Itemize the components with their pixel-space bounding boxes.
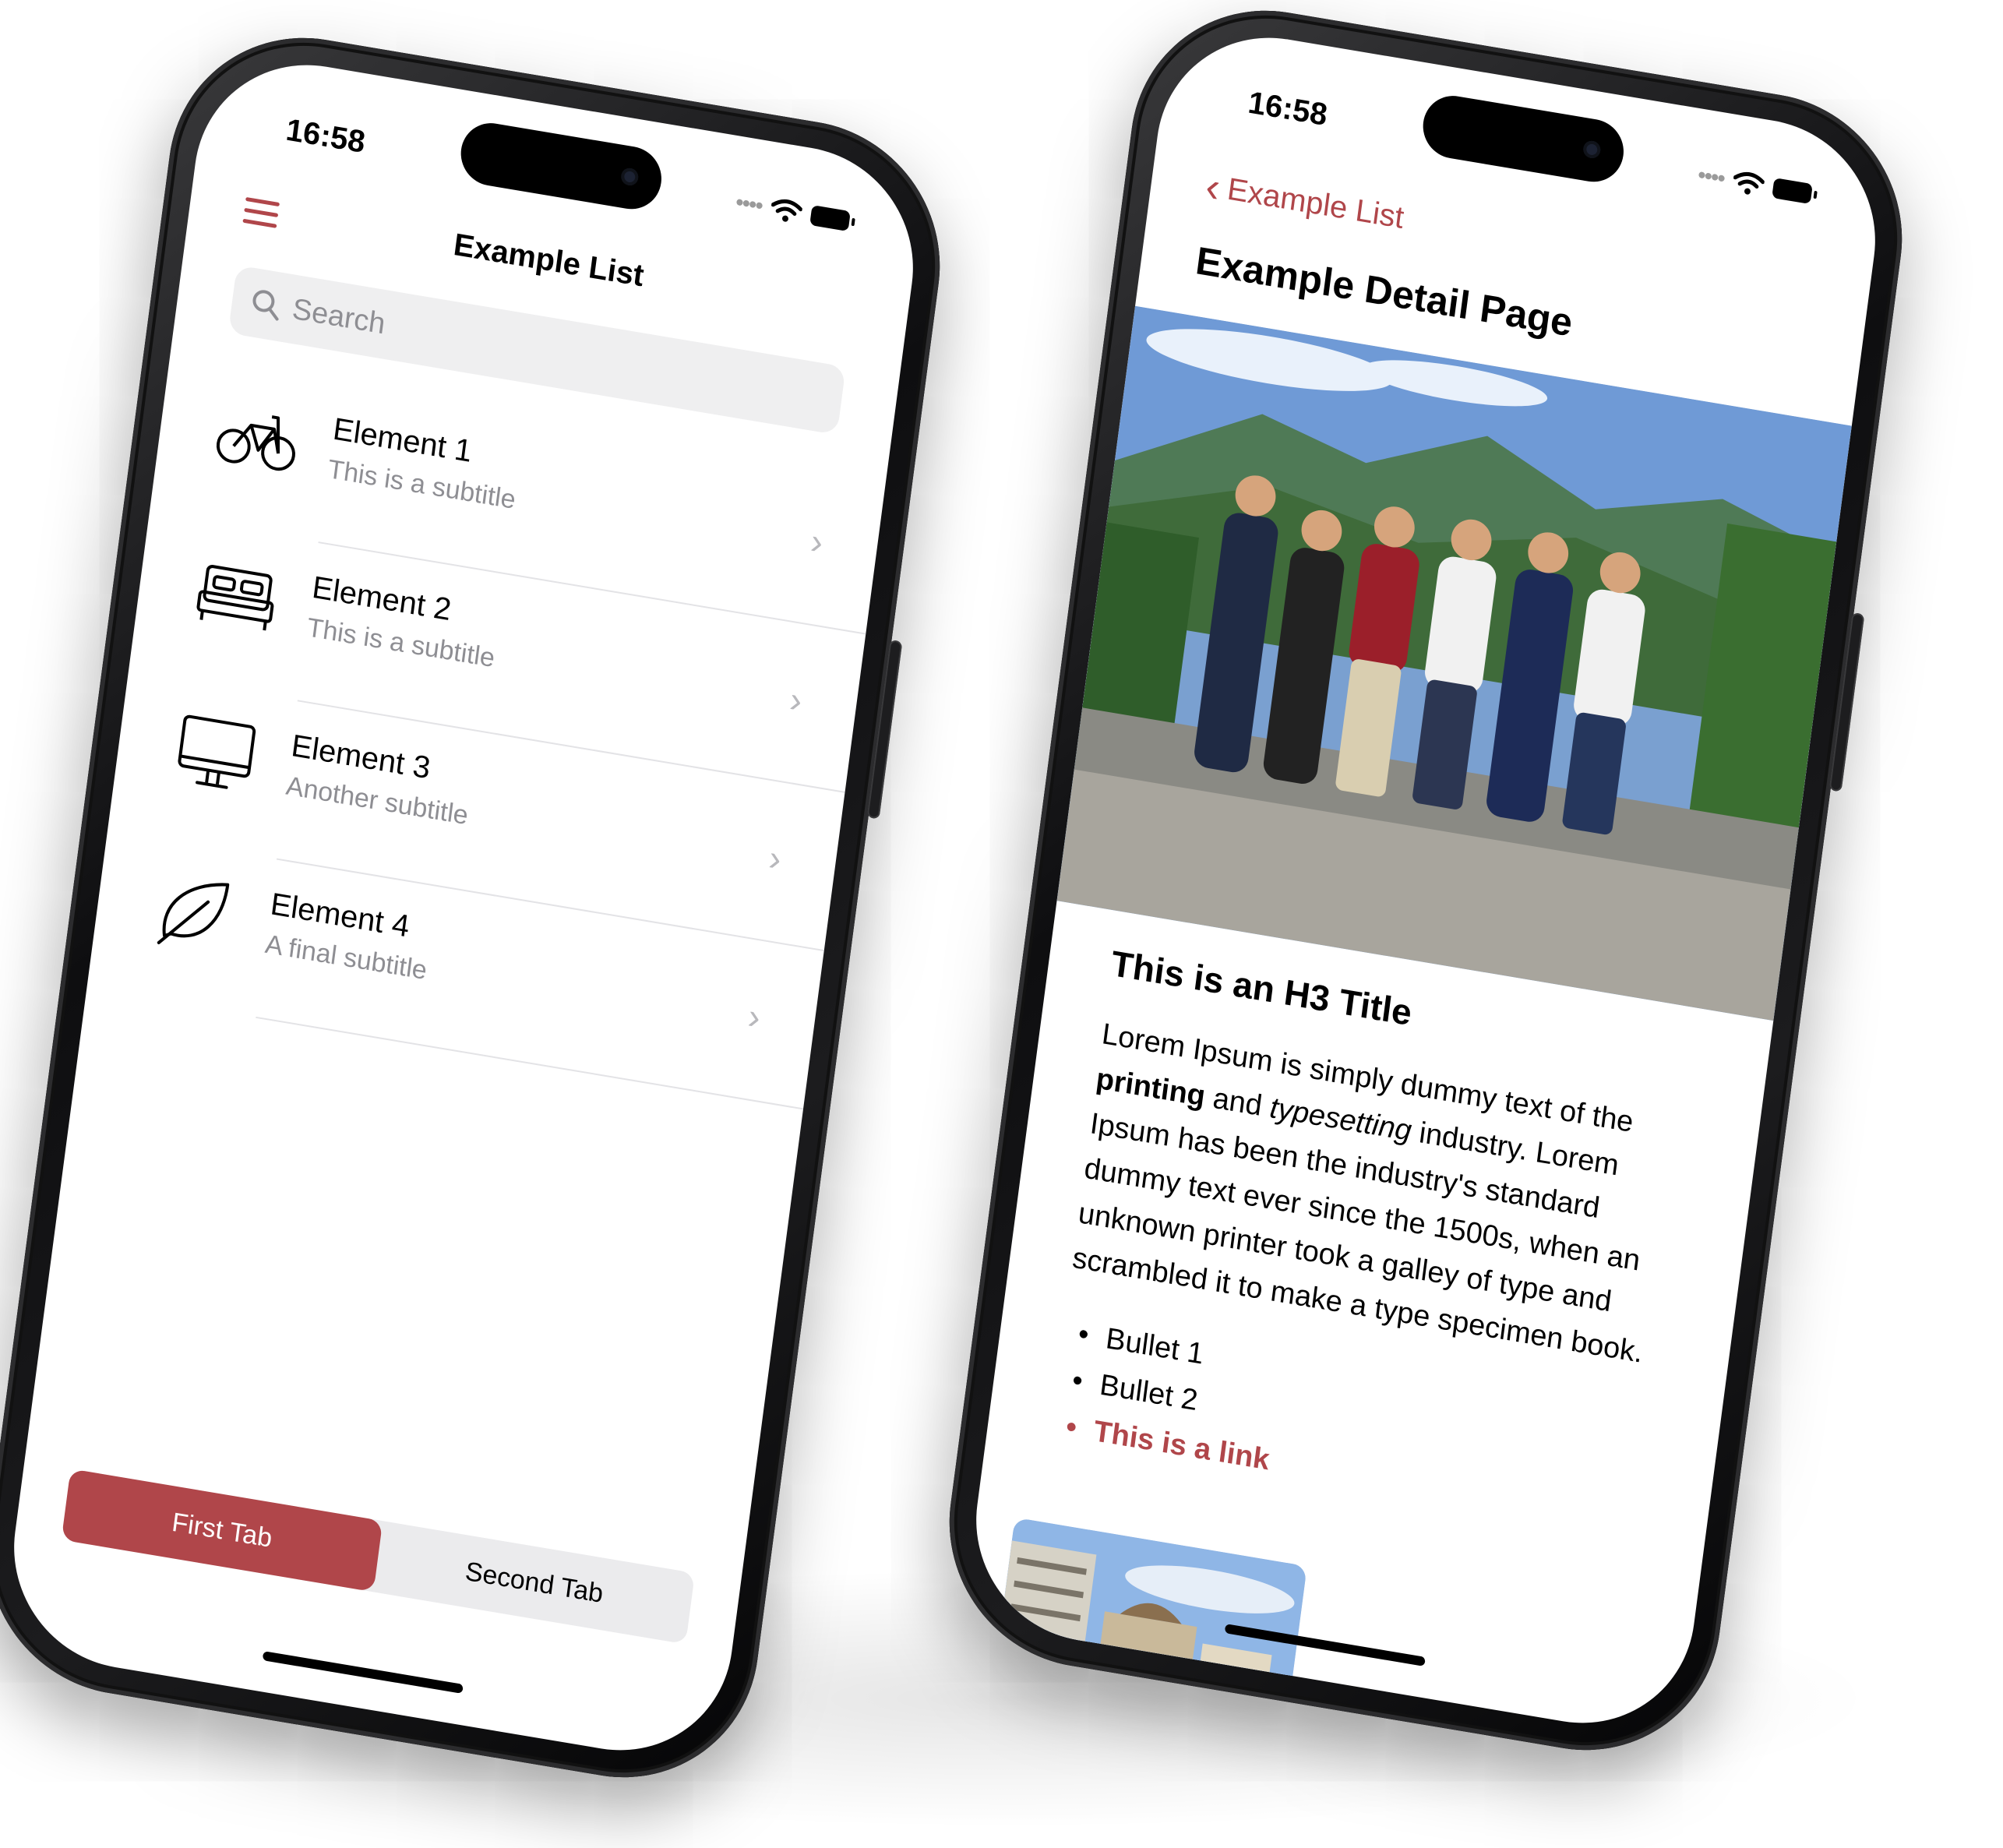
chevron-right-icon: › <box>787 678 805 721</box>
status-time: 16:58 <box>284 112 368 160</box>
paragraph-bold: printing <box>1094 1062 1208 1113</box>
detail-screen: 16:58 •••• ‹ Example List Example Detail… <box>961 19 1890 1741</box>
wifi-icon <box>1733 171 1765 195</box>
bicycle-icon <box>216 415 295 471</box>
separator <box>256 1016 804 1110</box>
status-bar: 16:58 •••• <box>1158 20 1889 256</box>
chevron-right-icon: › <box>767 837 785 880</box>
battery-icon <box>809 205 851 232</box>
battery-icon <box>1772 178 1813 205</box>
back-label: Example List <box>1225 171 1406 235</box>
paragraph-italic: typesetting <box>1268 1091 1414 1148</box>
status-time: 16:58 <box>1246 85 1330 133</box>
phone-list: 16:58 •••• Example List Search Element 1… <box>0 16 957 1799</box>
element-list: Element 1 This is a subtitle › Element 2 <box>86 356 887 1110</box>
phone-detail: 16:58 •••• ‹ Example List Example Detail… <box>932 0 1920 1772</box>
dynamic-island <box>457 118 665 214</box>
side-button <box>866 639 903 820</box>
tab-first[interactable]: First Tab <box>61 1469 383 1592</box>
leaf-icon <box>157 883 230 944</box>
chevron-left-icon: ‹ <box>1203 162 1223 211</box>
list-screen: 16:58 •••• Example List Search Element 1… <box>0 47 928 1769</box>
wifi-icon <box>771 199 803 222</box>
back-button[interactable]: ‹ Example List <box>1203 162 1406 236</box>
status-icons: •••• <box>1696 161 1813 206</box>
status-icons: •••• <box>734 189 851 233</box>
detail-content: This is an H3 Title Lorem Ipsum is simpl… <box>1048 942 1708 1546</box>
side-button <box>1828 612 1865 792</box>
home-indicator[interactable] <box>262 1651 464 1694</box>
search-icon <box>252 290 279 321</box>
tab-bar: First Tab Second Tab <box>61 1469 696 1645</box>
camera-icon <box>619 167 640 187</box>
dynamic-island <box>1419 91 1627 187</box>
bed-icon <box>196 565 274 631</box>
monitor-icon <box>178 714 256 789</box>
paragraph-text: and <box>1202 1081 1272 1124</box>
tab-second[interactable]: Second Tab <box>373 1521 695 1644</box>
camera-icon <box>1582 139 1602 160</box>
cellular-signal-icon: •••• <box>734 189 763 220</box>
hero-image <box>1056 305 1852 1021</box>
chevron-right-icon: › <box>746 995 763 1038</box>
chevron-right-icon: › <box>808 520 826 563</box>
cellular-signal-icon: •••• <box>1696 161 1726 192</box>
